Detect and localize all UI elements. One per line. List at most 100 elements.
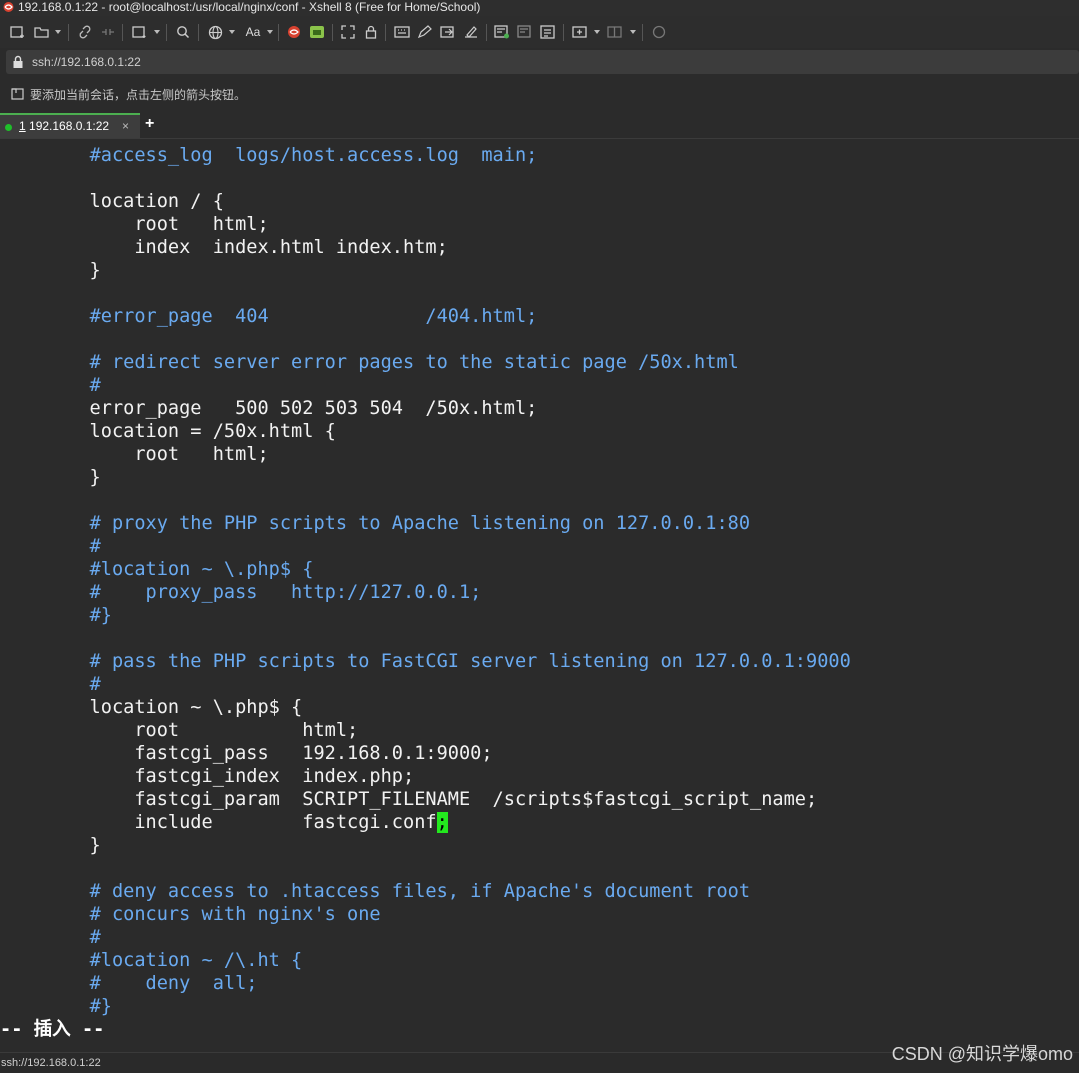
terminal-line: # (0, 374, 101, 397)
globe-icon[interactable] (206, 24, 224, 40)
link-icon[interactable] (76, 24, 94, 40)
font-dropdown-caret[interactable] (267, 30, 273, 34)
code-text: location = /50x.html { (0, 421, 336, 442)
code-text: include fastcgi.conf (0, 812, 437, 833)
tab-label: 192.168.0.1:22 (25, 119, 110, 133)
layout-dropdown-caret[interactable] (630, 30, 636, 34)
terminal-line: } (0, 259, 101, 282)
add-session-arrow-icon[interactable] (11, 88, 25, 101)
toolbar-separator (68, 24, 69, 41)
terminal-line: } (0, 466, 101, 489)
code-text: error_page 500 502 503 504 /50x.html; (0, 398, 538, 419)
comment-text: # proxy_pass http://127.0.0.1; (89, 582, 482, 603)
code-text: location ~ \.php$ { (0, 697, 303, 718)
toolbar-separator (166, 24, 167, 41)
comment-text: # (89, 536, 101, 557)
session-hint-bar: 要添加当前会话，点击左侧的箭头按钮。 (0, 82, 1079, 108)
code-text: root html; (0, 214, 269, 235)
terminal-line: } (0, 834, 101, 857)
terminal-line: # (0, 926, 101, 949)
code-text: root html; (0, 444, 269, 465)
window-title-bar: 192.168.0.1:22 - root@localhost:/usr/loc… (0, 0, 1079, 16)
keyboard-icon[interactable] (393, 24, 411, 40)
code-text: } (0, 260, 101, 281)
script-icon[interactable] (439, 24, 457, 40)
code-text: index index.html index.htm; (0, 237, 448, 258)
terminal-line: location = /50x.html { (0, 420, 336, 443)
address-bar[interactable]: ssh://192.168.0.1:22 (6, 50, 1079, 74)
new-window-icon[interactable] (131, 24, 149, 40)
open-dropdown-caret[interactable] (55, 30, 61, 34)
lock-icon (13, 55, 23, 68)
tab-session-1[interactable]: 1 192.168.0.1:22 × (0, 113, 140, 138)
add-tab-icon[interactable] (571, 24, 589, 40)
toolbar-separator (385, 24, 386, 41)
code-text: root html; (0, 720, 359, 741)
xshell-icon[interactable] (308, 24, 326, 40)
vim-mode-indicator: -- 插入 -- (0, 1019, 105, 1040)
transfer-icon[interactable] (516, 24, 534, 40)
connected-status-dot (5, 124, 12, 131)
comment-text: # proxy the PHP scripts to Apache listen… (89, 513, 751, 534)
encoding-dropdown-caret[interactable] (229, 30, 235, 34)
chat-icon[interactable] (650, 24, 668, 40)
new-session-icon[interactable] (9, 24, 27, 40)
lock-icon[interactable] (362, 24, 380, 40)
terminal-line: # redirect server error pages to the sta… (0, 351, 739, 374)
terminal-line: # proxy_pass http://127.0.0.1; (0, 581, 482, 604)
comment-text: # (89, 927, 101, 948)
window-dropdown-caret[interactable] (154, 30, 160, 34)
compose-icon[interactable] (416, 24, 434, 40)
terminal-line: fastcgi_index index.php; (0, 765, 414, 788)
pen-icon[interactable] (462, 24, 480, 40)
comment-text: # (89, 375, 101, 396)
code-text: } (0, 467, 101, 488)
terminal-line: #location ~ /\.ht { (0, 949, 303, 972)
terminal-line: root html; (0, 213, 269, 236)
terminal-line: #access_log logs/host.access.log main; (0, 144, 538, 167)
search-icon[interactable] (174, 24, 192, 40)
comment-text: #} (89, 605, 112, 626)
toolbar-separator (642, 24, 643, 41)
comment-text: # concurs with nginx's one (89, 904, 381, 925)
tab-close-icon[interactable]: × (122, 119, 129, 134)
terminal-line: # deny all; (0, 972, 258, 995)
terminal-area[interactable]: #access_log logs/host.access.log main; l… (0, 140, 1079, 1048)
xftp-icon[interactable] (285, 24, 303, 40)
log-icon[interactable] (539, 24, 557, 40)
terminal-line: location ~ \.php$ { (0, 696, 303, 719)
layout-icon[interactable] (606, 24, 624, 40)
add-tab-dropdown-caret[interactable] (594, 30, 600, 34)
text-cursor: ; (436, 812, 448, 833)
new-tab-button[interactable]: + (145, 113, 154, 135)
terminal-line: # proxy the PHP scripts to Apache listen… (0, 512, 750, 535)
terminal-line: #location ~ \.php$ { (0, 558, 314, 581)
terminal-line: location / { (0, 190, 224, 213)
hint-text: 要添加当前会话，点击左侧的箭头按钮。 (30, 88, 247, 102)
comment-text: #} (89, 996, 112, 1017)
font-icon[interactable]: Aa (242, 24, 264, 40)
comment-text: # pass the PHP scripts to FastCGI server… (89, 651, 851, 672)
fullscreen-icon[interactable] (339, 24, 357, 40)
terminal-new-icon[interactable] (493, 24, 511, 40)
terminal-line: # concurs with nginx's one (0, 903, 381, 926)
open-folder-icon[interactable] (33, 24, 51, 40)
code-text: location / { (0, 191, 224, 212)
address-input[interactable]: ssh://192.168.0.1:22 (32, 54, 141, 70)
terminal-line: fastcgi_pass 192.168.0.1:9000; (0, 742, 492, 765)
terminal-line: # pass the PHP scripts to FastCGI server… (0, 650, 851, 673)
terminal-line: #error_page 404 /404.html; (0, 305, 538, 328)
toolbar-separator (122, 24, 123, 41)
unlink-icon[interactable] (99, 24, 117, 40)
status-connection-text: ssh://192.168.0.1:22 (1, 1057, 101, 1069)
